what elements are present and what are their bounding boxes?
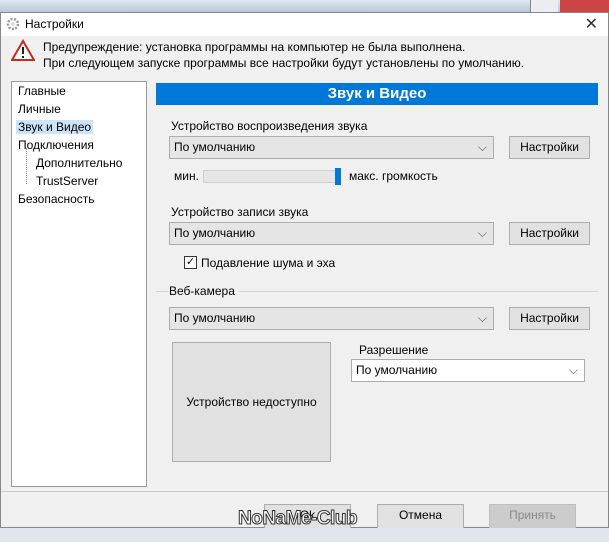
webcam-preview[interactable]: Устройство недоступно [172, 342, 331, 462]
tree-item-personal[interactable]: Личные [18, 102, 61, 116]
record-settings-button[interactable]: Настройки [509, 222, 590, 245]
volume-slider[interactable] [203, 170, 341, 183]
tree-item-sound-video[interactable]: Звук и Видео [16, 120, 94, 134]
chevron-down-icon: ⌵ [477, 140, 487, 154]
playback-device-select[interactable]: По умолчанию ⌵ [169, 136, 494, 159]
background-close-button [560, 0, 609, 12]
resolution-select[interactable]: По умолчанию ⌵ [351, 359, 585, 382]
apply-button[interactable]: Принять [489, 504, 576, 529]
window-title: Настройки [25, 17, 84, 31]
chevron-down-icon: ⌵ [568, 363, 578, 377]
webcam-device-select[interactable]: По умолчанию ⌵ [169, 307, 494, 330]
webcam-label: Веб-камера [169, 284, 239, 298]
tree-item-security[interactable]: Безопасность [18, 192, 95, 206]
volume-max-label: макс. громкость [349, 169, 438, 183]
chevron-down-icon: ⌵ [477, 311, 487, 325]
record-value: По умолчанию [174, 226, 256, 240]
taskbar [0, 528, 609, 542]
playback-value: По умолчанию [174, 140, 256, 154]
resolution-label: Разрешение [359, 343, 429, 357]
warning-message: Предупреждение: установка программы на к… [43, 39, 524, 71]
tree-item-trustserver[interactable]: TrustServer [36, 174, 98, 188]
webcam-value: По умолчанию [174, 311, 256, 325]
volume-min-label: мин. [174, 169, 199, 183]
settings-dialog: Настройки ✕ Предупреждение: установка пр… [0, 12, 609, 529]
record-device-select[interactable]: По умолчанию ⌵ [169, 222, 494, 245]
background-maximize-button [530, 0, 558, 12]
background-window [0, 0, 609, 12]
volume-slider-thumb[interactable] [335, 168, 341, 185]
panel-header: Звук и Видео [156, 83, 598, 105]
tree-connector [26, 148, 27, 184]
sound-video-panel: Звук и Видео Устройство воспроизведения … [156, 83, 598, 489]
noise-suppression-checkbox[interactable]: ✓ [184, 256, 197, 269]
settings-tree: Главные Личные Звук и Видео Подключения … [11, 81, 147, 487]
cancel-button[interactable]: Отмена [377, 504, 464, 529]
tree-item-connections[interactable]: Подключения [18, 138, 94, 152]
gear-icon [6, 17, 20, 31]
resolution-value: По умолчанию [356, 363, 438, 377]
title-bar: Настройки ✕ [1, 13, 608, 36]
record-label: Устройство записи звука [171, 205, 309, 219]
noise-suppression-label: Подавление шума и эха [201, 256, 336, 270]
playback-label: Устройство воспроизведения звука [171, 119, 368, 133]
warning-line-1: Предупреждение: установка программы на к… [43, 40, 466, 54]
webcam-settings-button[interactable]: Настройки [509, 307, 590, 330]
chevron-down-icon: ⌵ [477, 226, 487, 240]
close-button[interactable]: ✕ [585, 14, 598, 34]
tree-item-general[interactable]: Главные [18, 84, 66, 98]
warning-line-2: При следующем запуске программы все наст… [43, 56, 525, 70]
playback-settings-button[interactable]: Настройки [509, 136, 590, 159]
footer-divider [1, 491, 608, 492]
warning-icon [11, 39, 35, 61]
watermark: NoNaMe-Club [237, 508, 358, 530]
tree-item-advanced[interactable]: Дополнительно [36, 156, 122, 170]
